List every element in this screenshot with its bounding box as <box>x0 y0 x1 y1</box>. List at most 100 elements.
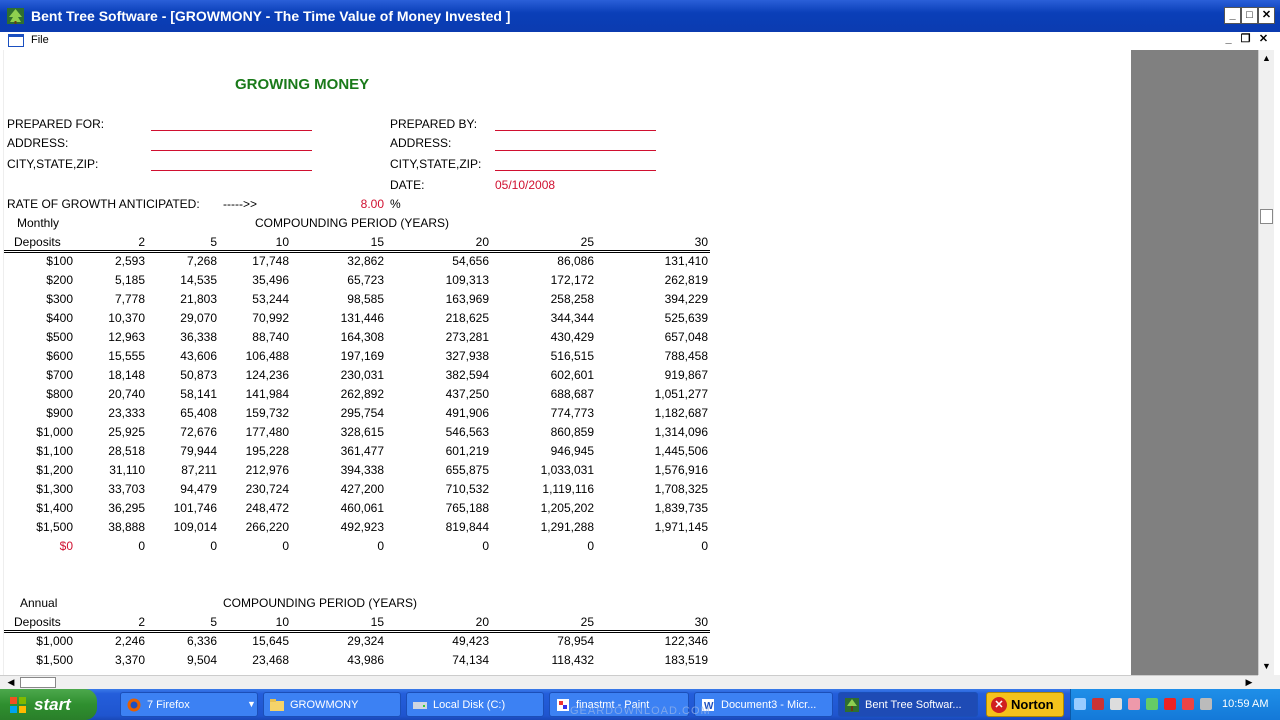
tray-usb-icon[interactable] <box>1146 698 1158 710</box>
future-value-cell[interactable]: 21,803 <box>147 292 217 306</box>
future-value-cell[interactable]: 23,333 <box>75 406 145 420</box>
address-left-field[interactable] <box>151 150 312 151</box>
future-value-cell[interactable]: 2,593 <box>75 254 145 268</box>
future-value-cell[interactable]: 50,873 <box>147 368 217 382</box>
future-value-cell[interactable]: 1,051,277 <box>598 387 708 401</box>
future-value-cell[interactable]: 43,986 <box>294 653 384 667</box>
future-value-cell[interactable]: 0 <box>219 539 289 553</box>
deposit-amount-cell[interactable]: $700 <box>4 368 73 382</box>
deposit-amount-cell[interactable]: $800 <box>4 387 73 401</box>
tray-alert-icon[interactable] <box>1182 698 1194 710</box>
future-value-cell[interactable]: 177,480 <box>219 425 289 439</box>
future-value-cell[interactable]: 262,892 <box>294 387 384 401</box>
future-value-cell[interactable]: 394,229 <box>598 292 708 306</box>
future-value-cell[interactable]: 516,515 <box>494 349 594 363</box>
future-value-cell[interactable]: 86,086 <box>494 254 594 268</box>
deposit-amount-cell[interactable]: $600 <box>4 349 73 363</box>
future-value-cell[interactable]: 262,819 <box>598 273 708 287</box>
future-value-cell[interactable]: 29,070 <box>147 311 217 325</box>
future-value-cell[interactable]: 0 <box>389 539 489 553</box>
future-value-cell[interactable]: 36,295 <box>75 501 145 515</box>
future-value-cell[interactable]: 25,925 <box>75 425 145 439</box>
future-value-cell[interactable]: 43,606 <box>147 349 217 363</box>
vertical-scroll-thumb[interactable] <box>1260 209 1273 224</box>
future-value-cell[interactable]: 9,504 <box>147 653 217 667</box>
future-value-cell[interactable]: 1,291,288 <box>494 520 594 534</box>
future-value-cell[interactable]: 109,014 <box>147 520 217 534</box>
mdi-close-button[interactable]: ✕ <box>1256 33 1271 47</box>
future-value-cell[interactable]: 460,061 <box>294 501 384 515</box>
document-icon[interactable] <box>8 34 24 47</box>
future-value-cell[interactable]: 31,110 <box>75 463 145 477</box>
deposit-amount-cell[interactable]: $500 <box>4 330 73 344</box>
future-value-cell[interactable]: 28,518 <box>75 444 145 458</box>
future-value-cell[interactable]: 328,615 <box>294 425 384 439</box>
future-value-cell[interactable]: 70,992 <box>219 311 289 325</box>
future-value-cell[interactable]: 546,563 <box>389 425 489 439</box>
future-value-cell[interactable]: 774,773 <box>494 406 594 420</box>
tray-adobe-icon[interactable] <box>1164 698 1176 710</box>
future-value-cell[interactable]: 23,468 <box>219 653 289 667</box>
future-value-cell[interactable]: 141,984 <box>219 387 289 401</box>
future-value-cell[interactable]: 492,923 <box>294 520 384 534</box>
future-value-cell[interactable]: 327,938 <box>389 349 489 363</box>
future-value-cell[interactable]: 437,250 <box>389 387 489 401</box>
csz-right-field[interactable] <box>495 170 656 171</box>
future-value-cell[interactable]: 12,963 <box>75 330 145 344</box>
future-value-cell[interactable]: 14,535 <box>147 273 217 287</box>
prepared-by-field[interactable] <box>495 130 656 131</box>
future-value-cell[interactable]: 172,172 <box>494 273 594 287</box>
future-value-cell[interactable]: 7,778 <box>75 292 145 306</box>
rate-value[interactable]: 8.00 <box>334 197 384 211</box>
future-value-cell[interactable]: 1,445,506 <box>598 444 708 458</box>
future-value-cell[interactable]: 819,844 <box>389 520 489 534</box>
deposit-amount-cell[interactable]: $1,300 <box>4 482 73 496</box>
future-value-cell[interactable]: 33,703 <box>75 482 145 496</box>
close-button[interactable]: ✕ <box>1258 7 1275 24</box>
future-value-cell[interactable]: 87,211 <box>147 463 217 477</box>
deposit-amount-cell[interactable]: $1,100 <box>4 444 73 458</box>
deposit-amount-cell[interactable]: $1,500 <box>4 520 73 534</box>
future-value-cell[interactable]: 164,308 <box>294 330 384 344</box>
taskbar-item-word[interactable]: W Document3 - Micr... <box>694 692 833 717</box>
future-value-cell[interactable]: 58,141 <box>147 387 217 401</box>
deposit-amount-cell[interactable]: $100 <box>4 254 73 268</box>
future-value-cell[interactable]: 197,169 <box>294 349 384 363</box>
future-value-cell[interactable]: 36,338 <box>147 330 217 344</box>
horizontal-scroll-thumb[interactable] <box>20 677 56 688</box>
maximize-button[interactable]: □ <box>1241 7 1258 24</box>
horizontal-scrollbar[interactable]: ◀ ▶ <box>0 675 1258 689</box>
mdi-minimize-button[interactable]: _ <box>1221 33 1236 47</box>
future-value-cell[interactable]: 655,875 <box>389 463 489 477</box>
tray-app-icon[interactable] <box>1128 698 1140 710</box>
prepared-for-field[interactable] <box>151 130 312 131</box>
future-value-cell[interactable]: 65,723 <box>294 273 384 287</box>
deposit-amount-cell[interactable]: $200 <box>4 273 73 287</box>
scroll-up-arrow-icon[interactable]: ▲ <box>1259 51 1274 65</box>
future-value-cell[interactable]: 273,281 <box>389 330 489 344</box>
future-value-cell[interactable]: 53,244 <box>219 292 289 306</box>
future-value-cell[interactable]: 78,954 <box>494 634 594 648</box>
taskbar-item-firefox[interactable]: 7 Firefox ▼ <box>120 692 258 717</box>
future-value-cell[interactable]: 35,496 <box>219 273 289 287</box>
future-value-cell[interactable]: 49,423 <box>389 634 489 648</box>
future-value-cell[interactable]: 361,477 <box>294 444 384 458</box>
future-value-cell[interactable]: 195,228 <box>219 444 289 458</box>
future-value-cell[interactable]: 525,639 <box>598 311 708 325</box>
future-value-cell[interactable]: 602,601 <box>494 368 594 382</box>
future-value-cell[interactable]: 266,220 <box>219 520 289 534</box>
tray-security-icon[interactable] <box>1092 698 1104 710</box>
future-value-cell[interactable]: 38,888 <box>75 520 145 534</box>
future-value-cell[interactable]: 710,532 <box>389 482 489 496</box>
future-value-cell[interactable]: 5,185 <box>75 273 145 287</box>
future-value-cell[interactable]: 0 <box>494 539 594 553</box>
future-value-cell[interactable]: 88,740 <box>219 330 289 344</box>
future-value-cell[interactable]: 382,594 <box>389 368 489 382</box>
future-value-cell[interactable]: 212,976 <box>219 463 289 477</box>
future-value-cell[interactable]: 946,945 <box>494 444 594 458</box>
taskbar-item-bent-tree[interactable]: Bent Tree Softwar... <box>838 692 978 717</box>
future-value-cell[interactable]: 3,370 <box>75 653 145 667</box>
future-value-cell[interactable]: 131,410 <box>598 254 708 268</box>
future-value-cell[interactable]: 163,969 <box>389 292 489 306</box>
future-value-cell[interactable]: 230,031 <box>294 368 384 382</box>
